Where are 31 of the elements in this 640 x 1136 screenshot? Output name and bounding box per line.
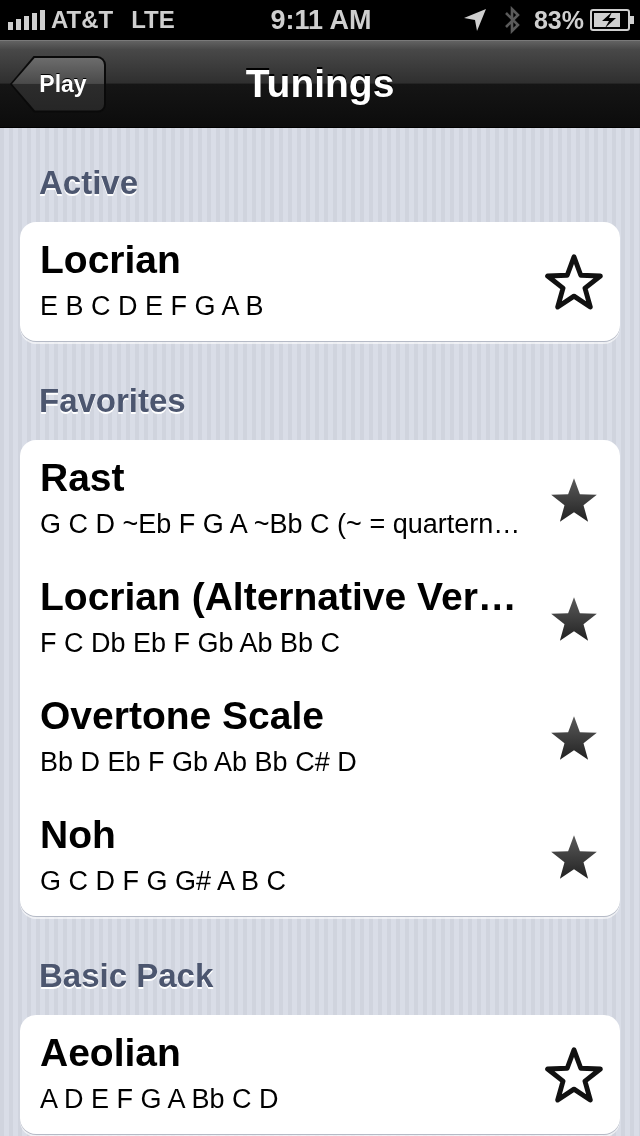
section-header: Basic Pack: [38, 956, 215, 996]
tuning-notes: A D E F G A Bb C D: [40, 1083, 280, 1115]
star-icon[interactable]: [551, 596, 597, 641]
signal-bars-icon: [8, 10, 45, 30]
battery-percent: 83%: [533, 5, 584, 35]
tuning-name[interactable]: Locrian (Alternative Ver…: [40, 575, 544, 619]
tuning-notes: E B C D E F G A B: [40, 290, 265, 322]
back-button[interactable]: Play: [10, 55, 106, 113]
network-type: LTE: [131, 6, 175, 34]
tuning-name[interactable]: Aeolian: [40, 1031, 544, 1075]
tuning-name[interactable]: Overtone Scale: [40, 694, 544, 738]
carrier-name: AT&T: [51, 6, 114, 34]
tuning-name[interactable]: Locrian: [40, 238, 544, 282]
clock-time: 9:11 AM: [270, 4, 372, 36]
battery-icon: [590, 9, 634, 31]
tuning-notes: F C Db Eb F Gb Ab Bb C: [40, 627, 342, 659]
tuning-name[interactable]: Rast: [40, 456, 544, 500]
star-icon[interactable]: [551, 715, 597, 760]
section-header: Favorites: [38, 381, 187, 421]
tuning-notes: Bb D Eb F Gb Ab Bb C# D: [40, 746, 358, 778]
screen-title: Tunings: [245, 62, 395, 106]
tuning-name[interactable]: Noh: [40, 813, 544, 857]
location-arrow-icon: [463, 9, 486, 31]
star-icon[interactable]: [551, 477, 597, 522]
tuning-notes: G C D ~Eb F G A ~Bb C (~ = quartern…: [40, 508, 522, 540]
star-outline-icon[interactable]: [545, 253, 603, 310]
section-header: Active: [38, 163, 140, 203]
star-outline-icon[interactable]: [545, 1046, 603, 1103]
bluetooth-icon: [503, 6, 520, 34]
star-icon[interactable]: [551, 834, 597, 879]
tuning-notes: G C D F G G# A B C: [40, 865, 288, 897]
